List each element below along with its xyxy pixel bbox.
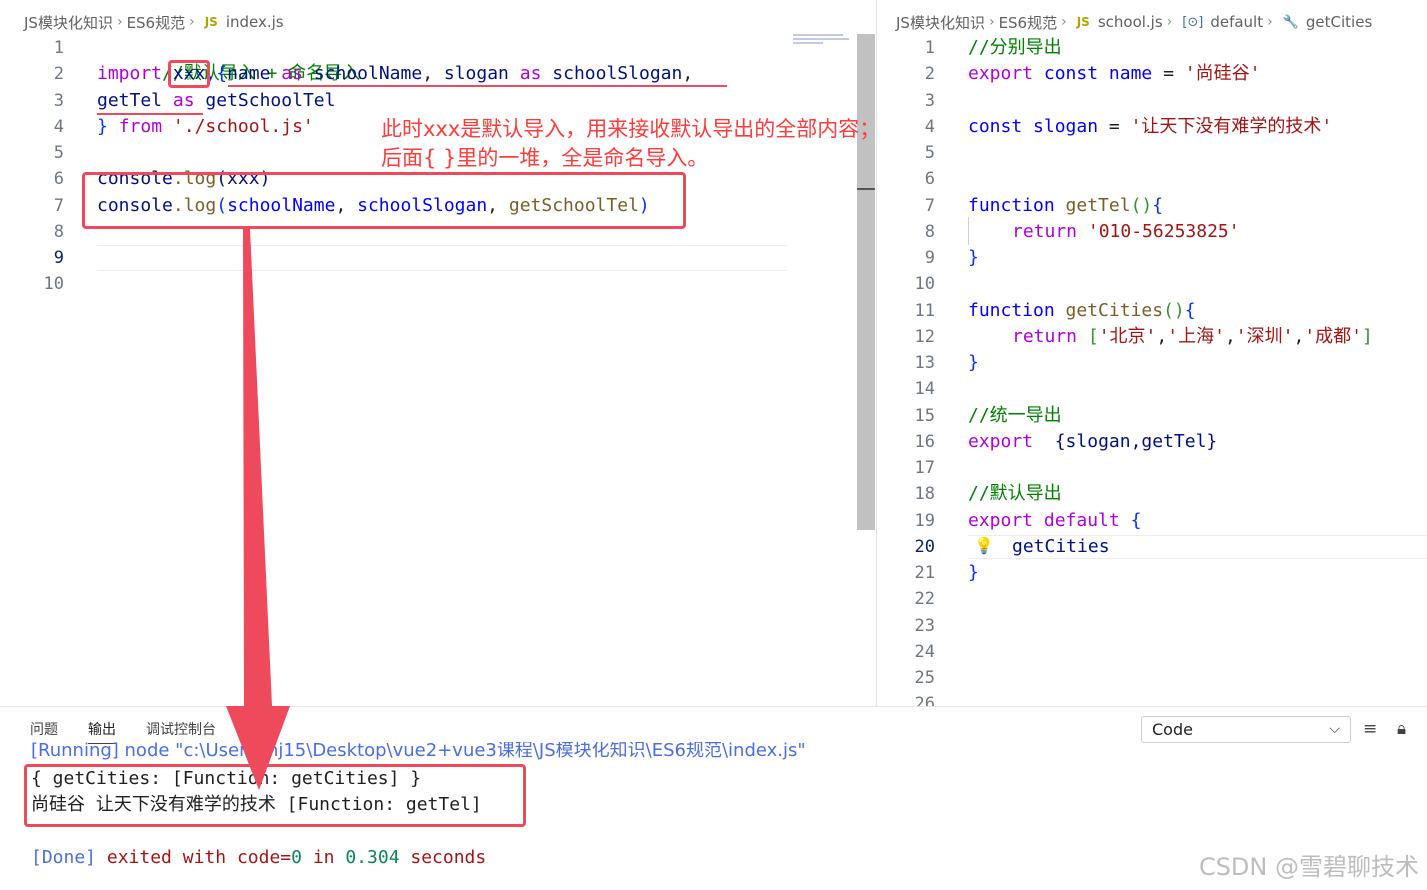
watermark: CSDN @雪碧聊技术 — [1198, 853, 1419, 881]
arrow-shape — [226, 229, 290, 790]
annotation-arrow — [226, 229, 290, 790]
